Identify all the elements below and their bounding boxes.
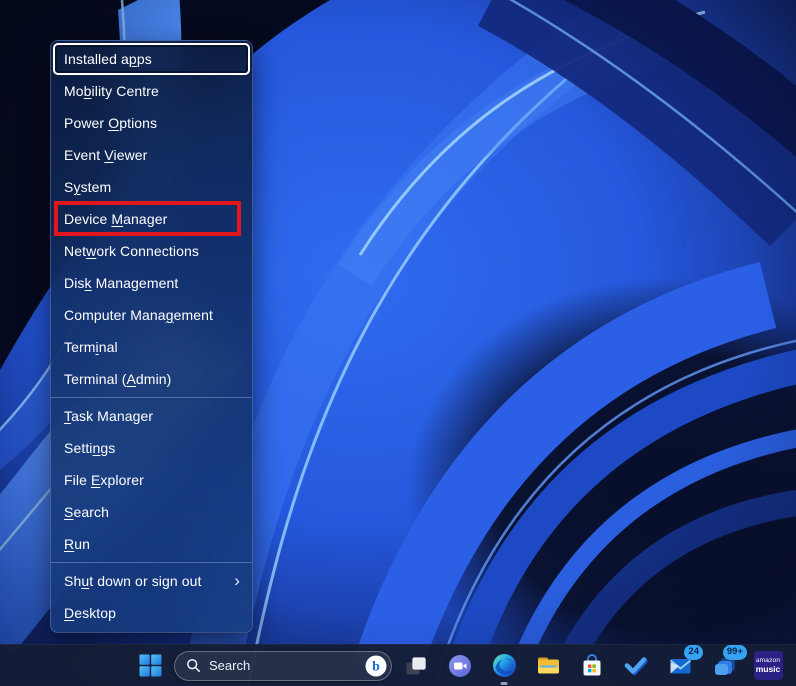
- menu-item-label: Event Viewer: [64, 147, 148, 163]
- teams-button[interactable]: 99+: [704, 644, 747, 686]
- menu-item-computer-management[interactable]: Computer Management: [53, 299, 250, 331]
- menu-item-terminal[interactable]: Terminal: [53, 331, 250, 363]
- menu-item-settings[interactable]: Settings: [53, 432, 250, 464]
- menu-item-installed-apps[interactable]: Installed apps: [53, 43, 250, 75]
- menu-item-disk-management[interactable]: Disk Management: [53, 267, 250, 299]
- task-view-button[interactable]: [396, 646, 436, 686]
- search-icon: [187, 659, 201, 673]
- menu-item-network-connections[interactable]: Network Connections: [53, 235, 250, 267]
- task-view-icon: [406, 656, 426, 674]
- teams-badge: 99+: [722, 644, 747, 660]
- menu-item-run[interactable]: Run: [53, 528, 250, 560]
- menu-item-task-manager[interactable]: Task Manager: [53, 400, 250, 432]
- start-button[interactable]: [130, 646, 170, 686]
- submenu-chevron-icon: ›: [234, 570, 240, 590]
- bing-icon[interactable]: b: [365, 655, 387, 677]
- edge-running-indicator: [500, 681, 508, 685]
- amazon-music-line2: music: [755, 664, 781, 674]
- microsoft-store-button[interactable]: [572, 646, 612, 686]
- menu-item-label: Terminal: [64, 339, 118, 355]
- mail-button[interactable]: 24: [660, 644, 703, 686]
- menu-item-label: Computer Management: [64, 307, 213, 323]
- winx-menu: Installed apps Mobility Centre Power Optio…: [50, 40, 253, 633]
- menu-item-label: File Explorer: [64, 472, 144, 488]
- menu-item-label: Task Manager: [64, 408, 154, 424]
- chat-button[interactable]: [440, 646, 480, 686]
- menu-item-search[interactable]: Search: [53, 496, 250, 528]
- search-box[interactable]: Search b: [174, 650, 392, 681]
- menu-separator: [51, 562, 252, 563]
- menu-item-power-options[interactable]: Power Options: [53, 107, 250, 139]
- svg-text:b: b: [372, 658, 380, 673]
- edge-button[interactable]: [484, 646, 524, 686]
- to-do-button[interactable]: [616, 646, 656, 686]
- menu-item-label: Shut down or sign out: [64, 573, 202, 589]
- menu-item-label: Run: [64, 536, 90, 552]
- to-do-check-icon: [624, 657, 648, 676]
- menu-item-label: Device Manager: [64, 211, 168, 227]
- menu-item-label: Installed apps: [64, 51, 152, 67]
- menu-item-desktop[interactable]: Desktop: [53, 597, 250, 629]
- menu-item-label: Disk Management: [64, 275, 179, 291]
- menu-item-system[interactable]: System: [53, 171, 250, 203]
- menu-item-label: Power Options: [64, 115, 158, 131]
- file-explorer-icon: [537, 657, 559, 674]
- amazon-music-button[interactable]: amazon music: [748, 646, 788, 686]
- menu-item-label: Settings: [64, 440, 116, 456]
- file-explorer-button[interactable]: [528, 646, 568, 686]
- amazon-music-icon: amazon music: [753, 651, 783, 680]
- menu-item-label: Mobility Centre: [64, 83, 159, 99]
- chat-icon: [449, 654, 471, 677]
- menu-item-label: Terminal (Admin): [64, 371, 172, 387]
- microsoft-store-icon: [583, 653, 601, 675]
- menu-item-shut-down-or-sign-out[interactable]: Shut down or sign out ›: [53, 565, 250, 597]
- windows-logo-icon: [139, 654, 161, 677]
- menu-item-label: Desktop: [64, 605, 117, 621]
- menu-item-terminal-admin[interactable]: Terminal (Admin): [53, 363, 250, 395]
- taskbar: Search b 24 99+ amazon music: [0, 644, 796, 686]
- edge-icon: [492, 654, 516, 677]
- menu-item-device-manager[interactable]: Device Manager: [53, 201, 250, 236]
- desktop: Installed apps Mobility Centre Power Optio…: [0, 0, 796, 686]
- menu-separator: [51, 397, 252, 398]
- menu-item-label: Search: [64, 504, 109, 520]
- search-placeholder: Search: [209, 658, 251, 673]
- menu-item-mobility-centre[interactable]: Mobility Centre: [53, 75, 250, 107]
- menu-item-label: Network Connections: [64, 243, 199, 259]
- menu-item-event-viewer[interactable]: Event Viewer: [53, 139, 250, 171]
- mail-badge: 24: [684, 644, 703, 660]
- menu-item-file-explorer[interactable]: File Explorer: [53, 464, 250, 496]
- menu-item-label: System: [64, 179, 112, 195]
